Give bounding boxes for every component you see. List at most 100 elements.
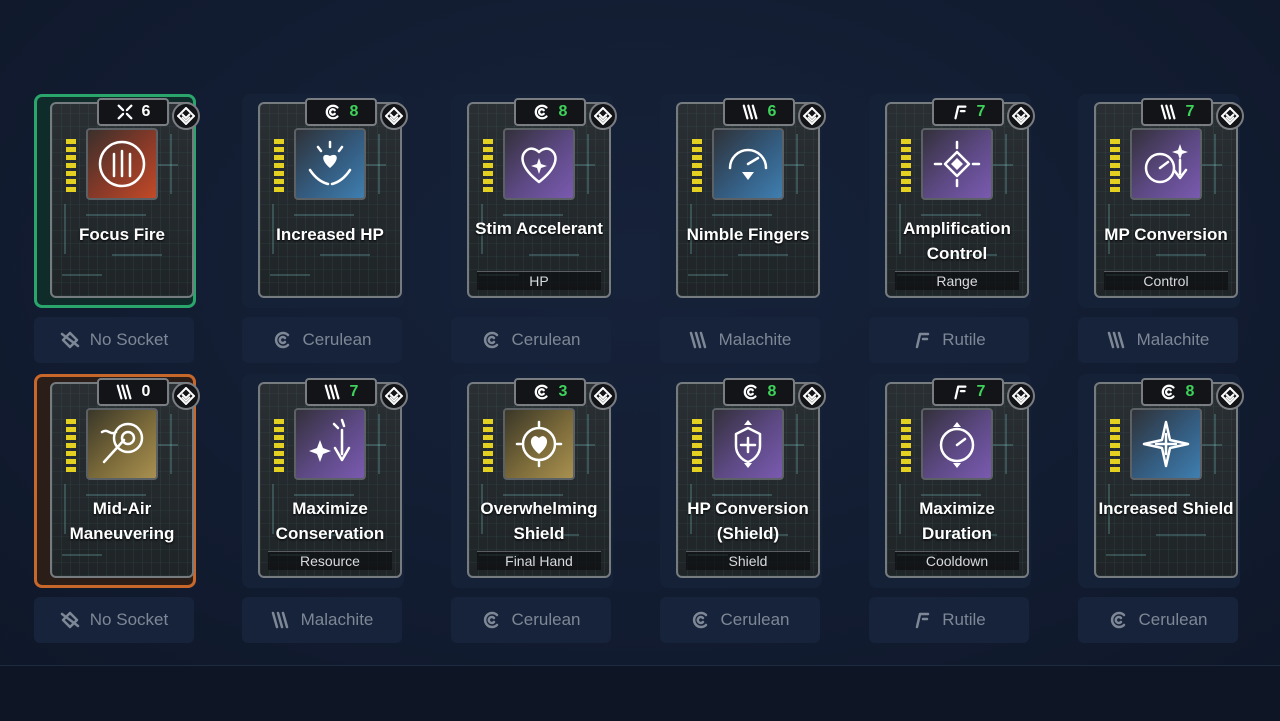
malachite-icon <box>116 383 134 401</box>
cost-tab: 6 <box>723 98 795 126</box>
card-title: Nimble Fingers <box>686 225 810 244</box>
rutile-icon <box>912 330 932 350</box>
cerulean-icon <box>273 330 293 350</box>
circuit-trace <box>712 214 772 216</box>
module-card[interactable]: 0 Mid-Air Maneuvering <box>50 378 200 578</box>
charge-indicator <box>66 136 76 192</box>
card-title: Mid-Air Maneuvering <box>69 499 175 543</box>
malachite-icon <box>689 330 709 350</box>
module-card[interactable]: 8 Stim Accelerant HP <box>467 98 617 298</box>
socket-button[interactable]: Malachite <box>660 317 820 363</box>
cerulean-icon <box>1160 383 1178 401</box>
socket-button[interactable]: Rutile <box>869 317 1029 363</box>
cost-tab: 7 <box>932 378 1004 406</box>
socket-label: Cerulean <box>511 330 581 349</box>
socket-label: Cerulean <box>1138 610 1208 629</box>
malachite-icon <box>1107 330 1127 350</box>
socket-button[interactable]: No Socket <box>34 317 194 363</box>
rarity-badge-icon <box>172 102 200 130</box>
circuit-trace <box>1106 554 1146 556</box>
cost-value: 6 <box>141 103 151 120</box>
rarity-badge-icon <box>1007 102 1035 130</box>
circuit-trace <box>587 134 589 194</box>
circuit-trace <box>62 554 102 556</box>
card-tag: Control <box>1104 271 1228 290</box>
cost-value: 7 <box>349 383 359 400</box>
charge-indicator <box>274 136 284 192</box>
card-title: MP Conversion <box>1104 225 1228 244</box>
circuit-trace <box>1214 414 1216 474</box>
circuit-trace <box>738 254 788 256</box>
cost-value: 8 <box>349 103 359 120</box>
module-card[interactable]: 3 Overwhelming Shield Final Hand <box>467 378 617 578</box>
circuit-trace <box>270 274 310 276</box>
socket-button[interactable]: Cerulean <box>451 597 611 643</box>
rarity-badge-icon <box>1216 382 1244 410</box>
module-card[interactable]: 7 Amplification Control Range <box>885 98 1035 298</box>
bottom-bar <box>0 665 1280 721</box>
rarity-badge-icon <box>589 102 617 130</box>
cost-tab: 7 <box>305 378 377 406</box>
module-card[interactable]: 7 Maximize Duration Cooldown <box>885 378 1035 578</box>
ammo-rounds-icon <box>86 128 158 200</box>
circuit-trace <box>294 214 354 216</box>
module-card[interactable]: 6 Nimble Fingers <box>676 98 826 298</box>
rutile-icon <box>951 103 969 121</box>
socket-button[interactable]: No Socket <box>34 597 194 643</box>
socket-button[interactable]: Cerulean <box>451 317 611 363</box>
cost-tab: 8 <box>514 98 586 126</box>
sparkle-down-icon <box>294 408 366 480</box>
heart-sparkle-icon <box>503 128 575 200</box>
socket-button[interactable]: Cerulean <box>242 317 402 363</box>
cost-value: 0 <box>141 383 151 400</box>
socket-label: Cerulean <box>302 330 372 349</box>
cerulean-icon <box>691 610 711 630</box>
cost-value: 6 <box>767 103 777 120</box>
module-card[interactable]: 7 MP Conversion Control <box>1094 98 1244 298</box>
cost-tab: 7 <box>1141 98 1213 126</box>
socket-label: Malachite <box>1136 330 1210 349</box>
socket-label: Rutile <box>942 330 986 349</box>
socket-label: No Socket <box>89 330 169 349</box>
cross-star-icon <box>1130 408 1202 480</box>
cost-value: 8 <box>1185 383 1195 400</box>
malachite-icon <box>742 103 760 121</box>
charge-indicator <box>692 136 702 192</box>
gauge-arrow-icon <box>1130 128 1202 200</box>
circuit-trace <box>688 274 728 276</box>
circuit-trace <box>1005 414 1007 474</box>
rarity-badge-icon <box>172 382 200 410</box>
malachite-icon <box>1160 103 1178 121</box>
socket-button[interactable]: Cerulean <box>660 597 820 643</box>
cost-tab: 6 <box>97 98 169 126</box>
cost-tab: 3 <box>514 378 586 406</box>
socket-button[interactable]: Cerulean <box>1078 597 1238 643</box>
rarity-badge-icon <box>589 382 617 410</box>
charge-indicator <box>1110 416 1120 472</box>
module-card[interactable]: 8 HP Conversion (Shield) Shield <box>676 378 826 578</box>
module-card[interactable]: 6 Focus Fire <box>50 98 200 298</box>
module-card[interactable]: 8 Increased Shield <box>1094 378 1244 578</box>
cost-value: 7 <box>1185 103 1195 120</box>
gauge-down-icon <box>712 128 784 200</box>
circuit-trace <box>170 134 172 194</box>
socket-button[interactable]: Rutile <box>869 597 1029 643</box>
cost-tab: 8 <box>1141 378 1213 406</box>
cost-value: 8 <box>767 383 777 400</box>
module-card[interactable]: 7 Maximize Conservation Resource <box>258 378 408 578</box>
heart-shield-icon <box>503 408 575 480</box>
card-title: Increased Shield <box>1098 499 1234 518</box>
diamond-burst-icon <box>921 128 993 200</box>
charge-indicator <box>692 416 702 472</box>
socket-label: No Socket <box>89 610 169 629</box>
heart-hands-icon <box>294 128 366 200</box>
card-title: Maximize Conservation <box>275 499 385 543</box>
card-tag: Resource <box>268 551 392 570</box>
card-title: Stim Accelerant <box>475 219 603 238</box>
cerulean-icon <box>482 610 502 630</box>
socket-button[interactable]: Malachite <box>1078 317 1238 363</box>
socket-button[interactable]: Malachite <box>242 597 402 643</box>
target-shot-icon <box>86 408 158 480</box>
module-card[interactable]: 8 Increased HP <box>258 98 408 298</box>
circuit-trace <box>320 254 370 256</box>
